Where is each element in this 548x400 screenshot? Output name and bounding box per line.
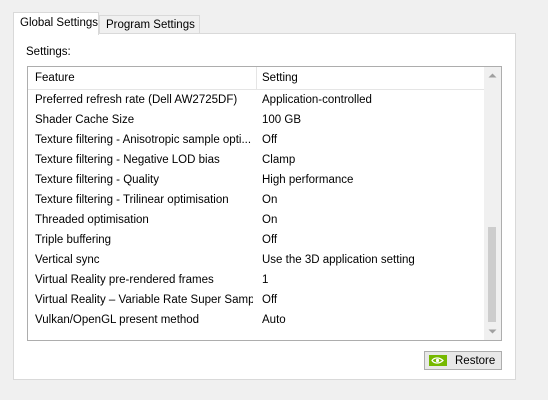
scroll-up-arrow-icon[interactable]	[484, 67, 501, 84]
setting-value: High performance	[262, 174, 354, 186]
list-header: Feature Setting	[28, 67, 486, 90]
feature-name: Triple buffering	[35, 234, 112, 246]
tab-program-settings[interactable]: Program Settings	[99, 15, 200, 33]
setting-value: Use the 3D application setting	[262, 254, 415, 266]
feature-name: Texture filtering - Trilinear optimisati…	[35, 194, 229, 206]
vertical-scrollbar[interactable]	[484, 67, 501, 340]
feature-name: Texture filtering - Anisotropic sample o…	[35, 134, 252, 146]
restore-button[interactable]: Restore	[424, 351, 502, 370]
feature-name: Vertical sync	[35, 254, 100, 266]
setting-value: 1	[262, 274, 269, 286]
list-item[interactable]: Vulkan/OpenGL present method Auto	[28, 310, 486, 330]
list-item[interactable]: Virtual Reality – Variable Rate Super Sa…	[28, 290, 486, 310]
feature-name: Virtual Reality – Variable Rate Super Sa…	[35, 294, 253, 306]
list-item[interactable]: Preferred refresh rate (Dell AW2725DF) Ap…	[28, 90, 486, 110]
column-header-feature[interactable]: Feature	[35, 67, 75, 89]
setting-value: On	[262, 194, 278, 206]
feature-name: Texture filtering - Quality	[35, 174, 159, 186]
setting-value: 100 GB	[262, 114, 301, 126]
nvidia-logo-icon	[429, 355, 447, 366]
setting-value: On	[262, 214, 278, 226]
scrollbar-thumb[interactable]	[488, 227, 496, 322]
list-item[interactable]: Texture filtering - Quality High performa…	[28, 170, 486, 190]
feature-name: Vulkan/OpenGL present method	[35, 314, 200, 326]
settings-list[interactable]: Feature Setting Preferred refresh rate (…	[27, 66, 502, 341]
setting-value: Off	[262, 294, 278, 306]
tab-global-settings[interactable]: Global Settings	[13, 12, 99, 35]
setting-value: Off	[262, 234, 278, 246]
setting-value: Off	[262, 134, 278, 146]
settings-label: Settings:	[26, 46, 71, 58]
list-item[interactable]: Texture filtering - Negative LOD bias Cla…	[28, 150, 486, 170]
setting-value: Application-controlled	[262, 94, 372, 106]
setting-value: Clamp	[262, 154, 296, 166]
column-divider[interactable]	[256, 67, 257, 89]
feature-name: Virtual Reality pre-rendered frames	[35, 274, 214, 286]
list-item[interactable]: Vertical sync Use the 3D application sett…	[28, 250, 486, 270]
feature-name: Preferred refresh rate (Dell AW2725DF)	[35, 94, 238, 106]
list-item[interactable]: Texture filtering - Trilinear optimisati…	[28, 190, 486, 210]
list-item[interactable]: Triple buffering Off	[28, 230, 486, 250]
list-item[interactable]: Texture filtering - Anisotropic sample o…	[28, 130, 486, 150]
feature-name: Shader Cache Size	[35, 114, 135, 126]
setting-value: Auto	[262, 314, 286, 326]
list-item[interactable]: Threaded optimisation On	[28, 210, 486, 230]
scroll-down-arrow-icon[interactable]	[484, 323, 501, 340]
feature-name: Threaded optimisation	[35, 214, 149, 226]
list-rows: Preferred refresh rate (Dell AW2725DF) Ap…	[28, 90, 486, 330]
list-item[interactable]: Shader Cache Size 100 GB	[28, 110, 486, 130]
list-item[interactable]: Virtual Reality pre-rendered frames 1	[28, 270, 486, 290]
column-header-setting[interactable]: Setting	[262, 67, 298, 89]
restore-label: Restore	[455, 354, 496, 367]
feature-name: Texture filtering - Negative LOD bias	[35, 154, 220, 166]
global-settings-panel: Settings: Feature Setting Preferred refr…	[13, 33, 516, 380]
